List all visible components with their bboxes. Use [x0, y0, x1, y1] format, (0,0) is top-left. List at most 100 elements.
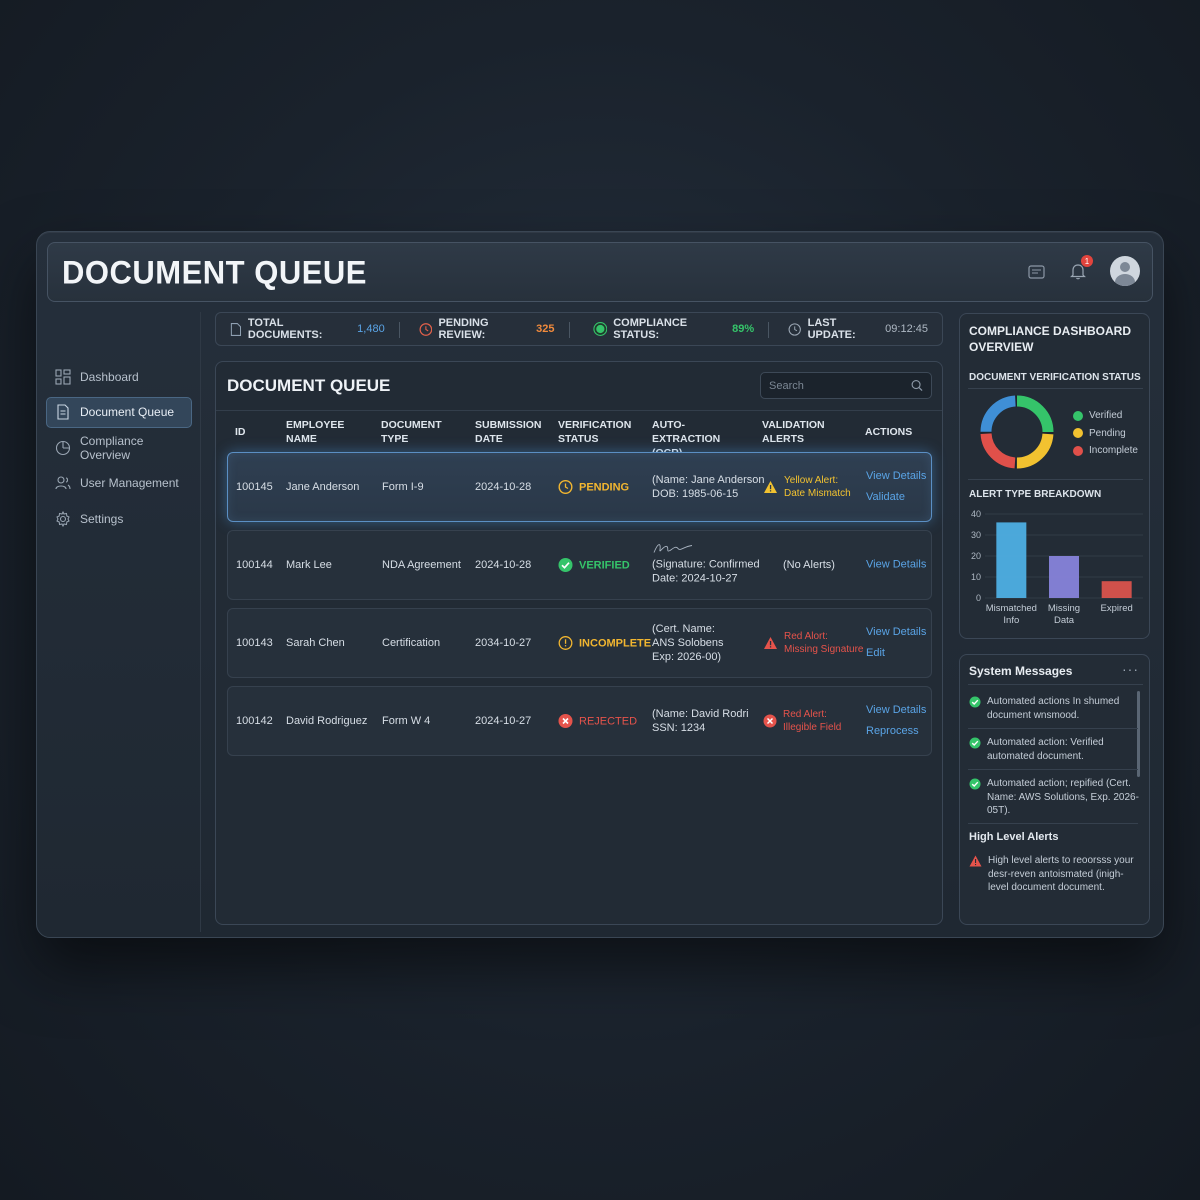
- last-update-stat: LAST UPDATE: 09:12:45: [768, 313, 942, 345]
- row-document-type: Form I-9: [382, 481, 424, 493]
- gear-icon: [56, 510, 70, 527]
- view-details-link[interactable]: View Details: [866, 700, 926, 721]
- page-title: DOCUMENT QUEUE: [62, 254, 367, 291]
- message-item: Automated action: Verified automated doc…: [969, 736, 1139, 763]
- pie-chart-icon: [55, 440, 71, 455]
- check-circle-icon: [558, 558, 573, 572]
- bar-mismatched-info: [996, 522, 1027, 598]
- more-options-icon[interactable]: ···: [1122, 661, 1139, 677]
- bell-icon[interactable]: 1: [1068, 255, 1093, 281]
- sidebar-item-label: Compliance Overview: [80, 433, 144, 462]
- verification-donut-chart: [980, 395, 1054, 469]
- table-row[interactable]: 100142 David Rodriguez Form W 4 2024-10-…: [227, 686, 932, 756]
- check-circle-icon: [969, 737, 981, 749]
- validation-alert: Yellow Alert: Date Mismatch: [763, 474, 851, 500]
- table-row[interactable]: 100145 Jane Anderson Form I-9 2024-10-28…: [227, 452, 932, 522]
- status-badge: REJECTED: [558, 714, 637, 729]
- donut-legend: Verified Pending Incomplete: [1073, 407, 1138, 460]
- sidebar-item-document-queue[interactable]: Document Queue: [46, 396, 192, 428]
- column-header: DOCUMENT TYPE: [381, 419, 442, 445]
- row-ocr: (Name: David Rodri SSN: 1234: [652, 708, 749, 734]
- search-box[interactable]: [760, 372, 932, 399]
- table-row[interactable]: 100143 Sarah Chen Certification 2034-10-…: [227, 608, 932, 678]
- x-tick-label: Expired: [1101, 603, 1133, 614]
- bar-missing-data: [1049, 556, 1079, 598]
- high-level-alerts-title: High Level Alerts: [969, 831, 1059, 843]
- search-input[interactable]: [769, 379, 911, 392]
- warning-icon: [764, 637, 777, 649]
- x-circle-icon: [763, 714, 777, 728]
- view-details-link[interactable]: View Details: [866, 555, 926, 576]
- row-id: 100144: [236, 559, 273, 571]
- document-queue-panel: DOCUMENT QUEUE ID EMPLOYEE NAME DOCUMENT…: [215, 361, 943, 925]
- sidebar-item-dashboard[interactable]: Dashboard: [46, 361, 192, 392]
- clock-icon: [558, 479, 573, 495]
- table-row[interactable]: 100144 Mark Lee NDA Agreement 2024-10-28…: [227, 530, 932, 600]
- status-dot-icon: [592, 322, 607, 336]
- row-actions: View Details: [866, 555, 926, 576]
- table-header: ID EMPLOYEE NAME DOCUMENT TYPE SUBMISSIO…: [216, 410, 942, 459]
- status-badge: INCOMPLETE: [558, 636, 651, 651]
- y-tick-label: 20: [971, 551, 981, 561]
- validate-link[interactable]: Validate: [866, 487, 926, 508]
- row-id: 100145: [236, 481, 273, 493]
- row-submission-date: 2024-10-28: [475, 481, 532, 493]
- compliance-status-stat: COMPLIANCE STATUS: 89%: [568, 313, 769, 345]
- alert-bar-chart: 0 10 20 30 40 Mismatched Info Missing Data Expire…: [971, 509, 1143, 626]
- row-submission-date: 2034-10-27: [475, 637, 532, 649]
- notification-badge: 1: [1081, 255, 1093, 267]
- compliance-title: COMPLIANCE DASHBOARD OVERVIEW: [969, 324, 1131, 354]
- validation-alert: Red Alort: Missing Signature: [763, 630, 863, 656]
- view-details-link[interactable]: View Details: [866, 466, 926, 487]
- reprocess-link[interactable]: Reprocess: [866, 721, 926, 742]
- validation-alert: Red Alert: Illegible Field: [763, 708, 841, 734]
- avatar[interactable]: [1110, 256, 1140, 286]
- grid-icon: [55, 368, 71, 385]
- row-employee-name: Jane Anderson: [286, 481, 360, 493]
- top-bar: DOCUMENT QUEUE 1: [47, 242, 1153, 302]
- row-id: 100143: [236, 637, 273, 649]
- y-tick-label: 30: [971, 530, 981, 540]
- sidebar-item-user-management[interactable]: User Management: [46, 468, 192, 499]
- row-actions: View Details Edit: [866, 622, 926, 664]
- users-icon: [55, 476, 71, 490]
- sidebar-item-label: Document Queue: [80, 405, 175, 419]
- row-ocr: (Name: Jane Anderson DOB: 1985-06-15: [652, 474, 765, 500]
- sidebar-item-compliance-overview[interactable]: Compliance Overview: [46, 432, 192, 463]
- column-header: VERIFICATION STATUS: [558, 419, 632, 445]
- column-header: SUBMISSION DATE: [475, 419, 542, 445]
- y-tick-label: 10: [971, 572, 981, 582]
- bar-expired: [1101, 581, 1132, 598]
- edit-link[interactable]: Edit: [866, 643, 926, 664]
- validation-alert: (No Alerts): [783, 559, 835, 571]
- system-messages-panel: System Messages ··· Automated actions In…: [959, 654, 1150, 925]
- x-tick-label: Missing Data: [1048, 603, 1080, 626]
- warning-icon: [969, 855, 982, 867]
- messages-title: System Messages: [969, 664, 1073, 678]
- view-details-link[interactable]: View Details: [866, 622, 926, 643]
- row-employee-name: Mark Lee: [286, 559, 332, 571]
- status-badge: PENDING: [558, 479, 629, 495]
- total-documents-stat: TOTAL DOCUMENTS: 1,480: [216, 313, 399, 345]
- sidebar-item-settings[interactable]: Settings: [46, 503, 192, 534]
- alert-breakdown-title: ALERT TYPE BREAKDOWN: [969, 489, 1102, 500]
- column-header: EMPLOYEE NAME: [286, 419, 345, 445]
- calendar-icon[interactable]: [1026, 261, 1046, 281]
- check-circle-icon: [969, 696, 981, 708]
- legend-item: Pending: [1073, 425, 1138, 443]
- row-actions: View Details Validate: [866, 466, 926, 508]
- check-circle-icon: [969, 778, 981, 790]
- message-item: Automated action; repified (Cert. Name: …: [969, 777, 1139, 818]
- row-document-type: Certification: [382, 637, 441, 649]
- document-icon: [230, 322, 242, 336]
- legend-item: Verified: [1073, 407, 1138, 425]
- legend-item: Incomplete: [1073, 442, 1138, 460]
- x-tick-label: Mismatched Info: [986, 603, 1037, 626]
- column-header: ACTIONS: [865, 426, 913, 438]
- clock-icon: [419, 322, 432, 336]
- app-window: DOCUMENT QUEUE 1 Dashboard Document Queu…: [36, 231, 1164, 938]
- row-employee-name: Sarah Chen: [286, 637, 345, 649]
- search-icon[interactable]: [911, 379, 923, 392]
- sidebar-item-label: Dashboard: [80, 369, 139, 384]
- column-header: ID: [235, 426, 246, 438]
